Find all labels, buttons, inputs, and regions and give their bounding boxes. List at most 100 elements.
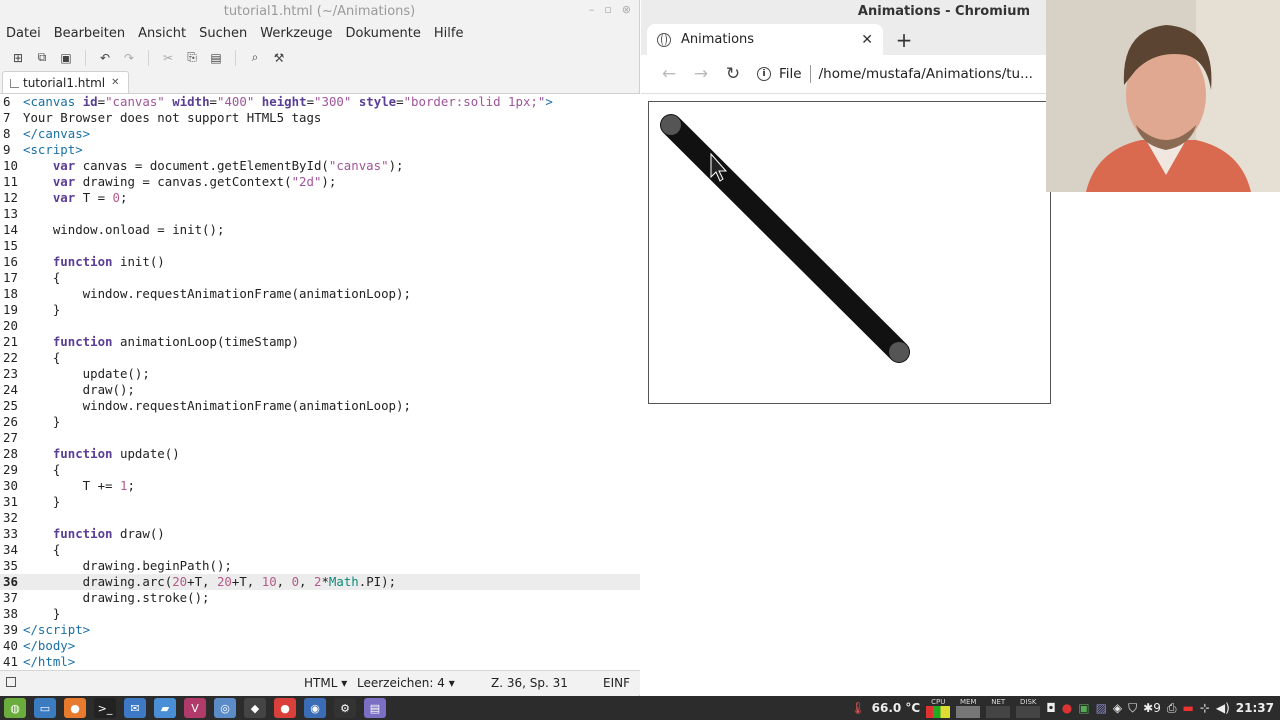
menu-suchen[interactable]: Suchen (199, 26, 247, 41)
text-editor-icon[interactable]: ▤ (364, 698, 386, 718)
app-v-icon[interactable]: V (184, 698, 206, 718)
code-line[interactable]: 26 } (0, 414, 640, 430)
menu-werkzeuge[interactable]: Werkzeuge (260, 26, 332, 41)
notifications-icon[interactable]: ✱9 (1143, 701, 1161, 715)
code-line[interactable]: 6 <canvas id="canvas" width="400" height=… (0, 94, 640, 110)
code-line[interactable]: 41 </html> (0, 654, 640, 670)
code-line[interactable]: 17 { (0, 270, 640, 286)
code-line[interactable]: 9 <script> (0, 142, 640, 158)
menu-dokumente[interactable]: Dokumente (346, 26, 421, 41)
code-line[interactable]: 19 } (0, 302, 640, 318)
code-line[interactable]: 28 function update() (0, 446, 640, 462)
code-line[interactable]: 31 } (0, 494, 640, 510)
code-line[interactable]: 16 function init() (0, 254, 640, 270)
code-line[interactable]: 10 var canvas = document.getElementById(… (0, 158, 640, 174)
chromium-icon[interactable]: ◎ (214, 698, 236, 718)
code-line[interactable]: 40 </body> (0, 638, 640, 654)
language-selector[interactable]: HTML ▾ (304, 676, 347, 690)
tab-animations[interactable]: Animations ✕ (647, 24, 883, 55)
code-line[interactable]: 33 function draw() (0, 526, 640, 542)
teams-tray-icon[interactable]: ▨ (1096, 701, 1107, 715)
close-icon[interactable]: ⊗ (622, 3, 631, 16)
files-icon[interactable]: ▰ (154, 698, 176, 718)
clock[interactable]: 21:37 (1236, 701, 1274, 715)
camera-icon[interactable]: ◉ (304, 698, 326, 718)
code-line[interactable]: 22 { (0, 350, 640, 366)
network-icon[interactable]: ⊹ (1200, 701, 1210, 715)
forward-arrow-icon[interactable]: → (685, 60, 717, 88)
redo-icon[interactable]: ↷ (117, 47, 141, 69)
indent-selector[interactable]: Leerzeichen: 4 ▾ (357, 676, 455, 690)
code-line[interactable]: 36 drawing.arc(20+T, 20+T, 10, 0, 2*Math… (0, 574, 640, 590)
copy-icon[interactable]: ⎘ (180, 47, 204, 69)
paste-icon[interactable]: ▤ (204, 47, 228, 69)
menu-ansicht[interactable]: Ansicht (138, 26, 186, 41)
code-line[interactable]: 35 drawing.beginPath(); (0, 558, 640, 574)
code-line[interactable]: 32 (0, 510, 640, 526)
code-line[interactable]: 7 Your Browser does not support HTML5 tag… (0, 110, 640, 126)
shield-icon[interactable]: ⛉ (1128, 701, 1137, 716)
code-line[interactable]: 27 (0, 430, 640, 446)
menu-hilfe[interactable]: Hilfe (434, 26, 464, 41)
undo-icon[interactable]: ↶ (93, 47, 117, 69)
mint-menu-icon[interactable]: ◍ (4, 698, 26, 718)
tab-tutorial1[interactable]: tutorial1.html ✕ (2, 71, 129, 93)
code-line[interactable]: 13 (0, 206, 640, 222)
close-tab-icon[interactable]: ✕ (861, 32, 873, 48)
show-desktop-icon[interactable]: ▭ (34, 698, 56, 718)
code-line[interactable]: 21 function animationLoop(timeStamp) (0, 334, 640, 350)
close-tab-icon[interactable]: ✕ (111, 77, 119, 88)
editor-titlebar[interactable]: tutorial1.html (~/Animations) – ▫ ⊗ (0, 0, 639, 22)
cpu-meter[interactable]: CPU (926, 698, 951, 718)
printer-icon[interactable]: ⎙ (1167, 701, 1177, 716)
insert-mode[interactable]: EINF (603, 676, 630, 690)
new-file-icon[interactable]: ⊞ (6, 47, 30, 69)
address-bar[interactable]: i File /home/mustafa/Animations/tu... (757, 65, 1033, 83)
code-line[interactable]: 14 window.onload = init(); (0, 222, 640, 238)
firefox-icon[interactable]: ● (64, 698, 86, 718)
disk-meter[interactable]: DISK (1016, 698, 1041, 718)
search-icon[interactable]: ⌕ (243, 47, 267, 69)
code-line[interactable]: 11 var drawing = canvas.getContext("2d")… (0, 174, 640, 190)
code-area[interactable]: 6 <canvas id="canvas" width="400" height=… (0, 94, 640, 670)
replace-icon[interactable]: ⚒ (267, 47, 291, 69)
reload-icon[interactable]: ↻ (717, 60, 749, 88)
recording-tray-icon[interactable]: ● (1062, 701, 1072, 715)
code-line[interactable]: 12 var T = 0; (0, 190, 640, 206)
code-line[interactable]: 18 window.requestAnimationFrame(animatio… (0, 286, 640, 302)
code-line[interactable]: 23 update(); (0, 366, 640, 382)
code-line[interactable]: 39 </script> (0, 622, 640, 638)
app-tray-icon[interactable]: ▣ (1078, 701, 1089, 715)
minimize-icon[interactable]: – (589, 3, 595, 16)
sidebar-toggle-icon[interactable] (6, 677, 16, 687)
code-line[interactable]: 38 } (0, 606, 640, 622)
code-line[interactable]: 20 (0, 318, 640, 334)
open-file-icon[interactable]: ⧉ (30, 47, 54, 69)
code-line[interactable]: 29 { (0, 462, 640, 478)
save-icon[interactable]: ▣ (54, 47, 78, 69)
info-icon[interactable]: i (757, 67, 771, 81)
code-line[interactable]: 24 draw(); (0, 382, 640, 398)
terminal-icon[interactable]: >_ (94, 698, 116, 718)
mail-icon[interactable]: ✉ (124, 698, 146, 718)
code-line[interactable]: 15 (0, 238, 640, 254)
recorder-icon[interactable]: ● (274, 698, 296, 718)
code-line[interactable]: 30 T += 1; (0, 478, 640, 494)
volume-icon[interactable]: ◀) (1216, 701, 1230, 715)
code-line[interactable]: 34 { (0, 542, 640, 558)
keyboard-layout-icon[interactable]: ▬ (1182, 701, 1193, 715)
mem-meter[interactable]: MEM (956, 698, 981, 718)
net-meter[interactable]: NET (986, 698, 1011, 718)
new-tab-button[interactable]: + (889, 24, 919, 55)
camera-tray-icon[interactable]: ◘ (1046, 701, 1056, 715)
maximize-icon[interactable]: ▫ (604, 3, 611, 16)
code-line[interactable]: 8 </canvas> (0, 126, 640, 142)
back-arrow-icon[interactable]: ← (653, 60, 685, 88)
menu-datei[interactable]: Datei (6, 26, 41, 41)
code-line[interactable]: 25 window.requestAnimationFrame(animatio… (0, 398, 640, 414)
settings-icon[interactable]: ⚙ (334, 698, 356, 718)
code-line[interactable]: 37 drawing.stroke(); (0, 590, 640, 606)
cut-icon[interactable]: ✂ (156, 47, 180, 69)
inkscape-icon[interactable]: ◆ (244, 698, 266, 718)
update-tray-icon[interactable]: ◈ (1113, 701, 1122, 715)
